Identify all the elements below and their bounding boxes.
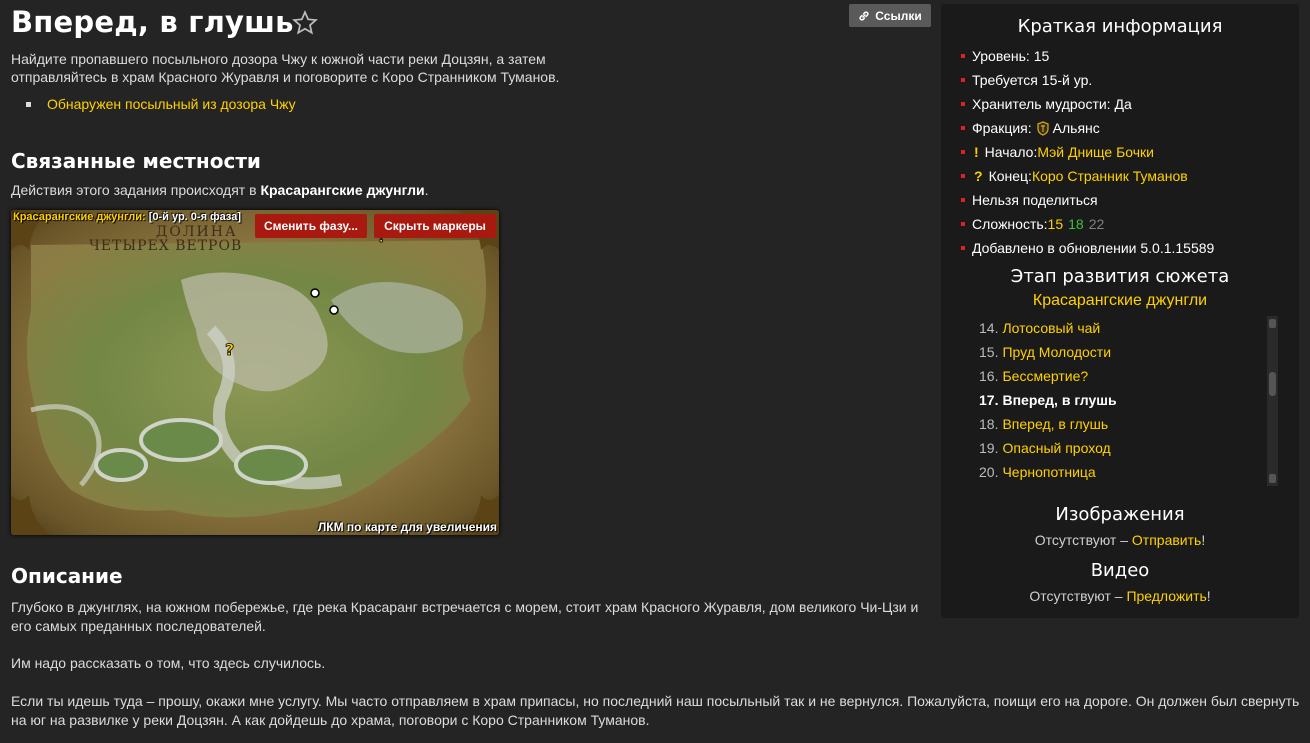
quick-info-title: Краткая информация — [1017, 16, 1223, 37]
storyline-item-name[interactable]: Лотосовый чай — [1002, 320, 1100, 336]
storyline-item-number: 15. — [979, 344, 999, 360]
video-excl: ! — [1206, 588, 1211, 604]
video-suggest-link[interactable]: Предложить — [1126, 588, 1206, 604]
info-added: Добавлено в обновлении 5.0.1.15589 — [961, 236, 1214, 260]
quick-info-list: Уровень: 15 Требуется 15-й ур. Хранитель… — [961, 44, 1214, 260]
storyline-item[interactable]: 14. Лотосовый чай — [979, 316, 1259, 340]
storyline-item-number: 17. — [979, 392, 999, 408]
related-suffix: . — [424, 182, 429, 198]
links-label: Ссылки — [875, 8, 922, 23]
info-difficulty-label: Сложность: — [972, 216, 1048, 232]
storyline-item-name[interactable]: Вперед, в глушь — [1002, 416, 1108, 432]
page-title: Вперед, в глушь — [11, 5, 294, 39]
scroll-thumb[interactable] — [1269, 372, 1276, 396]
storyline-item-number: 18. — [979, 416, 999, 432]
info-shareable-text: Нельзя поделиться — [972, 192, 1098, 208]
alliance-icon — [1037, 120, 1049, 136]
quest-giver-link[interactable]: Мэй Днище Бочки — [1037, 144, 1154, 160]
star-icon[interactable] — [292, 10, 318, 36]
exclamation-icon: ! — [974, 144, 979, 160]
info-shareable: Нельзя поделиться — [961, 188, 1214, 212]
info-faction: Фракция: Альянс — [961, 116, 1214, 140]
images-title: Изображения — [1055, 504, 1185, 525]
bullet-icon — [26, 101, 31, 107]
quest-intro: Найдите пропавшего посыльного дозора Чжу… — [11, 51, 560, 85]
objective-text: Обнаружен посыльный из дозора Чжу — [47, 96, 296, 112]
info-added-text: Добавлено в обновлении 5.0.1.15589 — [972, 240, 1215, 256]
info-end-label: Конец: — [988, 168, 1032, 184]
storyline-item-name[interactable]: Чернопотница — [1002, 464, 1095, 480]
storyline-scrollbar[interactable] — [1267, 316, 1278, 486]
link-icon — [859, 10, 869, 21]
map-region-line2: ЧЕТЫРЕХ ВЕТРОВ — [89, 238, 242, 254]
info-lorekeeper: Хранитель мудрости: Да — [961, 92, 1214, 116]
storyline-list: 14. Лотосовый чай 15. Пруд Молодости 16. Бесс… — [979, 316, 1259, 488]
quick-info-sidebar: Краткая информация Уровень: 15 Требуется… — [941, 4, 1299, 618]
map-zone-label: Красарангские джунгли: [0-й ур. 0-я фаза… — [13, 211, 241, 223]
video-status: Отсутствуют – Предложить! — [941, 588, 1299, 604]
quest-ender-link[interactable]: Коро Странник Туманов — [1032, 168, 1188, 184]
difficulty-gray: 22 — [1088, 216, 1105, 232]
images-submit-link[interactable]: Отправить — [1132, 532, 1201, 548]
quest-end-marker: ? — [225, 340, 234, 359]
related-heading: Связанные местности — [11, 149, 261, 173]
images-status: Отсутствуют – Отправить! — [941, 532, 1299, 548]
question-icon: ? — [974, 168, 983, 184]
info-start: ! Начало: Мэй Днище Бочки — [961, 140, 1214, 164]
zone-map[interactable]: ? ! ДОЛИНА ЧЕТЫРЕХ ВЕТРОВ Красарангские … — [11, 210, 499, 535]
related-text: Действия этого задания происходят в Крас… — [11, 182, 429, 198]
storyline-item-name: Вперед, в глушь — [1002, 392, 1117, 408]
video-text: Отсутствуют – — [1029, 588, 1127, 604]
info-end: ? Конец: Коро Странник Туманов — [961, 164, 1214, 188]
scroll-down-icon[interactable] — [1269, 474, 1276, 483]
images-excl: ! — [1201, 532, 1206, 548]
description-heading: Описание — [11, 564, 123, 588]
storyline-item[interactable]: 20. Чернопотница — [979, 460, 1259, 484]
map-zone-name: Красарангские джунгли: — [13, 211, 146, 223]
info-lorekeeper-text: Хранитель мудрости: Да — [972, 96, 1132, 112]
storyline-item-name[interactable]: Опасный проход — [1002, 440, 1110, 456]
storyline-zone[interactable]: Красарангские джунгли — [941, 292, 1299, 310]
map-terrain: ? ! ДОЛИНА ЧЕТЫРЕХ ВЕТРОВ — [11, 210, 499, 535]
scroll-up-icon[interactable] — [1269, 319, 1276, 328]
storyline-item-number: 19. — [979, 440, 999, 456]
info-level: Уровень: 15 — [961, 44, 1214, 68]
difficulty-green: 18 — [1068, 216, 1084, 232]
info-faction-label: Фракция: — [972, 120, 1032, 136]
description-p2: Им надо рассказать о том, что здесь случ… — [11, 655, 326, 671]
description-p1: Глубоко в джунглях, на южном побережье, … — [11, 599, 919, 634]
info-start-label: Начало: — [984, 144, 1038, 160]
storyline-item-number: 20. — [979, 464, 999, 480]
map-hint: ЛКМ по карте для увеличения — [317, 520, 497, 534]
objective-item: Обнаружен посыльный из дозора Чжу — [26, 96, 296, 112]
description-p3: Если ты идешь туда – прошу, окажи мне ус… — [11, 693, 1300, 728]
storyline-item[interactable]: 16. Бессмертие? — [979, 364, 1259, 388]
info-faction-value: Альянс — [1052, 120, 1100, 136]
storyline-item-number: 14. — [979, 320, 999, 336]
storyline-item-name[interactable]: Бессмертие? — [1002, 368, 1088, 384]
change-phase-button[interactable]: Сменить фазу... — [255, 214, 367, 238]
related-zone-link[interactable]: Красарангские джунгли — [260, 182, 424, 198]
hide-markers-button[interactable]: Скрыть маркеры — [374, 214, 496, 238]
storyline-item[interactable]: 18. Вперед, в глушь — [979, 412, 1259, 436]
storyline-item[interactable]: 19. Опасный проход — [979, 436, 1259, 460]
difficulty-orange: 15 — [1047, 216, 1064, 232]
storyline-title: Этап развития сюжета — [1010, 266, 1230, 287]
images-text: Отсутствуют – — [1034, 532, 1132, 548]
related-prefix: Действия этого задания происходят в — [11, 182, 261, 198]
storyline-item: 17. Вперед, в глушь — [979, 388, 1259, 412]
video-title: Видео — [1090, 560, 1150, 581]
storyline-item-number: 16. — [979, 368, 999, 384]
info-required-text: Требуется 15-й ур. — [972, 72, 1093, 88]
info-required: Требуется 15-й ур. — [961, 68, 1214, 92]
map-phase: [0-й ур. 0-я фаза] — [145, 211, 242, 223]
info-difficulty: Сложность: 15 18 22 — [961, 212, 1214, 236]
storyline-item[interactable]: 15. Пруд Молодости — [979, 340, 1259, 364]
links-button[interactable]: Ссылки — [849, 4, 931, 27]
info-level-text: Уровень: 15 — [972, 48, 1050, 64]
storyline-item-name[interactable]: Пруд Молодости — [1002, 344, 1111, 360]
